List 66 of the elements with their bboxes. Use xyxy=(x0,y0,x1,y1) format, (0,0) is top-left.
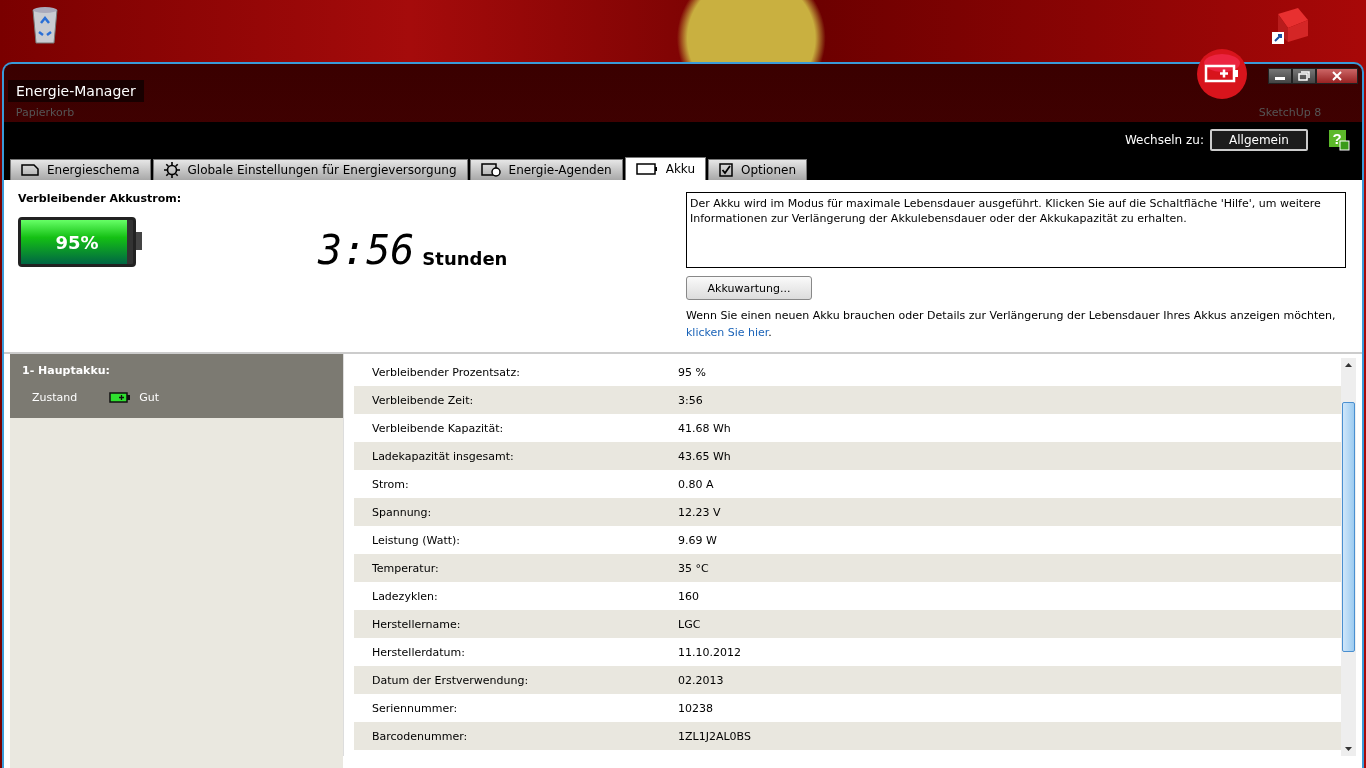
battery-name: 1- Hauptakku: xyxy=(22,364,111,377)
detail-value: 9.69 W xyxy=(678,533,717,547)
tab[interactable]: Globale Einstellungen für Energieversorgung xyxy=(152,159,468,180)
detail-label: Barcodenummer: xyxy=(371,729,469,743)
info-text: Der Akku wird im Modus für maximale Lebensdauer ausgeführt. Klicken Sie auf die Schaltfläche 'Hilfe', um weitere Informationen zur Verlängerung der Akkulebensdauer oder der Akkukapazität zu erhalten. xyxy=(690,197,1321,226)
restore-button[interactable] xyxy=(1292,68,1316,84)
detail-label: Verbleibende Zeit: xyxy=(371,393,475,407)
settings-icon xyxy=(163,162,180,178)
detail-value: 95 % xyxy=(678,365,706,379)
detail-value: 160 xyxy=(678,589,699,603)
detail-label: Herstellerdatum: xyxy=(371,645,466,659)
time-unit: Stunden xyxy=(422,248,508,270)
status-value: Gut xyxy=(139,391,160,404)
detail-value: 11.10.2012 xyxy=(678,645,741,659)
desktop-icon-label: SketchUp 8 xyxy=(1258,106,1322,119)
detail-value: 3:56 xyxy=(678,393,703,407)
calendar-clock-icon xyxy=(480,163,501,177)
minimize-button[interactable] xyxy=(1268,68,1292,84)
detail-value: LGC xyxy=(678,617,701,631)
desktop-icon-label: Papierkorb xyxy=(15,106,75,119)
battery-status-icon xyxy=(109,392,132,403)
document-icon xyxy=(21,164,39,176)
detail-label: Seriennummer: xyxy=(371,701,459,715)
checkbox-icon xyxy=(719,163,733,177)
scrollbar-thumb[interactable] xyxy=(1342,402,1355,652)
remaining-time: 3:56 xyxy=(318,230,415,270)
detail-label: Temperatur: xyxy=(371,561,440,575)
detail-label: Spannung: xyxy=(371,505,433,519)
battery-icon xyxy=(635,163,658,175)
scrollbar[interactable] xyxy=(1341,358,1356,756)
detail-label: Verbleibende Kapazität: xyxy=(371,421,505,435)
battery-list-item[interactable]: 1- Hauptakku: Zustand Gut xyxy=(10,354,343,418)
tab[interactable]: Akku xyxy=(624,157,706,180)
click-here-link[interactable]: klicken Sie hier xyxy=(686,325,769,339)
detail-label: Leistung (Watt): xyxy=(371,533,462,547)
detail-value: 0.80 A xyxy=(678,477,714,491)
detail-label: Verbleibender Prozentsatz: xyxy=(371,365,521,379)
maintenance-button[interactable]: Akkuwartung... xyxy=(686,276,812,300)
tab[interactable]: Energie-Agenden xyxy=(469,159,623,180)
detail-label: Strom: xyxy=(371,477,410,491)
remaining-charge-label: Verbleibender Akkustrom: xyxy=(18,192,183,205)
detail-label: Ladekapazität insgesamt: xyxy=(371,449,515,463)
close-button[interactable] xyxy=(1316,68,1358,84)
detail-value: 02.2013 xyxy=(678,673,724,687)
battery-percent: 95% xyxy=(55,231,99,253)
switch-label: Wechseln zu: xyxy=(1124,133,1204,147)
tab[interactable]: Energieschema xyxy=(10,159,151,180)
battery-note: Wenn Sie einen neuen Akku brauchen oder Details zur Verlängerung der Lebensdauer Ihres Akkus anzeigen möchten, klicken Sie hier. xyxy=(686,308,1337,341)
status-label: Zustand xyxy=(32,391,78,404)
detail-value: 10238 xyxy=(678,701,713,715)
app-shortcut-icon[interactable] xyxy=(1270,6,1310,46)
detail-value: 41.68 Wh xyxy=(678,421,731,435)
tab[interactable]: Optionen xyxy=(708,159,808,180)
switch-button[interactable]: Allgemein xyxy=(1210,129,1308,151)
detail-value: 43.65 Wh xyxy=(678,449,731,463)
detail-value: 1ZL1J2AL0BS xyxy=(678,729,751,743)
restore-icon xyxy=(1298,71,1310,81)
recycle-bin-icon[interactable] xyxy=(30,6,60,44)
detail-label: Datum der Erstverwendung: xyxy=(371,673,530,687)
window-title: Energie-Manager xyxy=(8,80,144,102)
detail-value: 35 °C xyxy=(678,561,709,575)
detail-label: Herstellername: xyxy=(371,617,462,631)
detail-label: Ladezyklen: xyxy=(371,589,439,603)
detail-value: 12.23 V xyxy=(678,505,721,519)
battery-logo-icon xyxy=(1196,48,1248,100)
close-icon xyxy=(1331,71,1343,81)
